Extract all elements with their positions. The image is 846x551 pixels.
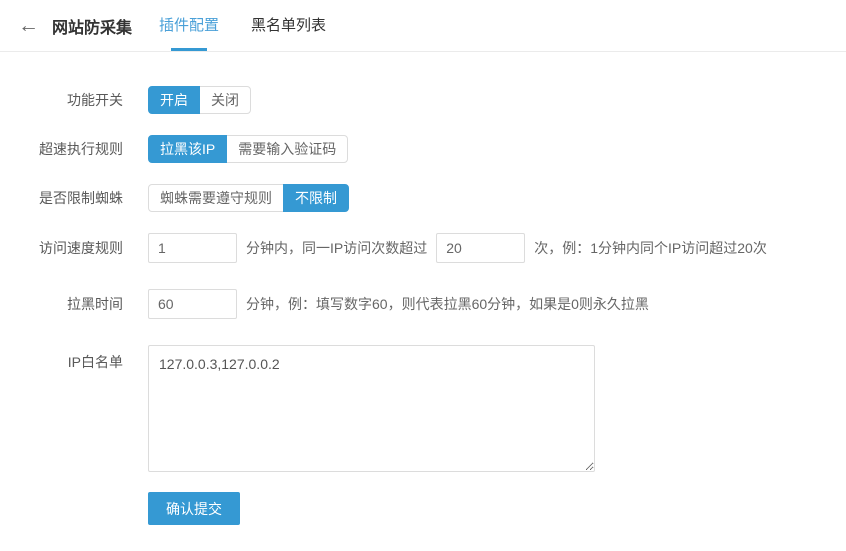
row-submit: 确认提交 xyxy=(148,492,846,525)
row-overspeed-rule: 超速执行规则 拉黑该IP 需要输入验证码 xyxy=(0,135,846,163)
label-speed-rule: 访问速度规则 xyxy=(0,238,123,258)
row-limit-spider: 是否限制蜘蛛 蜘蛛需要遵守规则 不限制 xyxy=(0,184,846,212)
blacklist-time-example-text: 分钟，例：填写数字60，则代表拉黑60分钟，如果是0则永久拉黑 xyxy=(246,294,649,314)
switch-on-button[interactable]: 开启 xyxy=(148,86,200,114)
limit-spider-group: 蜘蛛需要遵守规则 不限制 xyxy=(148,184,349,212)
blacklist-minutes-input[interactable] xyxy=(148,289,237,319)
function-switch-group: 开启 关闭 xyxy=(148,86,251,114)
label-function-switch: 功能开关 xyxy=(0,90,123,110)
spider-no-limit-button[interactable]: 不限制 xyxy=(283,184,349,212)
speed-rule-example-text: 次，例：1分钟内同个IP访问超过20次 xyxy=(534,238,767,258)
overspeed-captcha-button[interactable]: 需要输入验证码 xyxy=(226,135,348,163)
ip-whitelist-textarea[interactable]: 127.0.0.3,127.0.0.2 xyxy=(148,345,595,472)
page-title: 网站防采集 xyxy=(52,14,132,38)
overspeed-rule-group: 拉黑该IP 需要输入验证码 xyxy=(148,135,348,163)
tab-blacklist[interactable]: 黑名单列表 xyxy=(251,0,326,52)
row-blacklist-time: 拉黑时间 分钟，例：填写数字60，则代表拉黑60分钟，如果是0则永久拉黑 xyxy=(0,289,846,319)
visit-count-input[interactable] xyxy=(436,233,525,263)
switch-off-button[interactable]: 关闭 xyxy=(199,86,251,114)
label-blacklist-time: 拉黑时间 xyxy=(0,294,123,314)
row-ip-whitelist: IP白名单 127.0.0.3,127.0.0.2 xyxy=(0,345,846,472)
speed-minutes-input[interactable] xyxy=(148,233,237,263)
header: ← 网站防采集 插件配置 黑名单列表 xyxy=(0,0,846,52)
label-ip-whitelist: IP白名单 xyxy=(0,345,123,372)
tab-plugin-config[interactable]: 插件配置 xyxy=(159,0,219,52)
label-overspeed-rule: 超速执行规则 xyxy=(0,139,123,159)
label-limit-spider: 是否限制蜘蛛 xyxy=(0,188,123,208)
anti-scrape-settings-form: 功能开关 开启 关闭 超速执行规则 拉黑该IP 需要输入验证码 是否限制蜘蛛 蜘… xyxy=(0,52,846,525)
overspeed-blacklist-ip-button[interactable]: 拉黑该IP xyxy=(148,135,227,163)
spider-obey-rules-button[interactable]: 蜘蛛需要遵守规则 xyxy=(148,184,284,212)
row-function-switch: 功能开关 开启 关闭 xyxy=(0,86,846,114)
row-speed-rule: 访问速度规则 分钟内，同一IP访问次数超过 次，例：1分钟内同个IP访问超过20… xyxy=(0,233,846,263)
submit-button[interactable]: 确认提交 xyxy=(148,492,240,525)
speed-rule-middle-text: 分钟内，同一IP访问次数超过 xyxy=(246,238,427,258)
back-arrow-icon[interactable]: ← xyxy=(18,15,39,36)
